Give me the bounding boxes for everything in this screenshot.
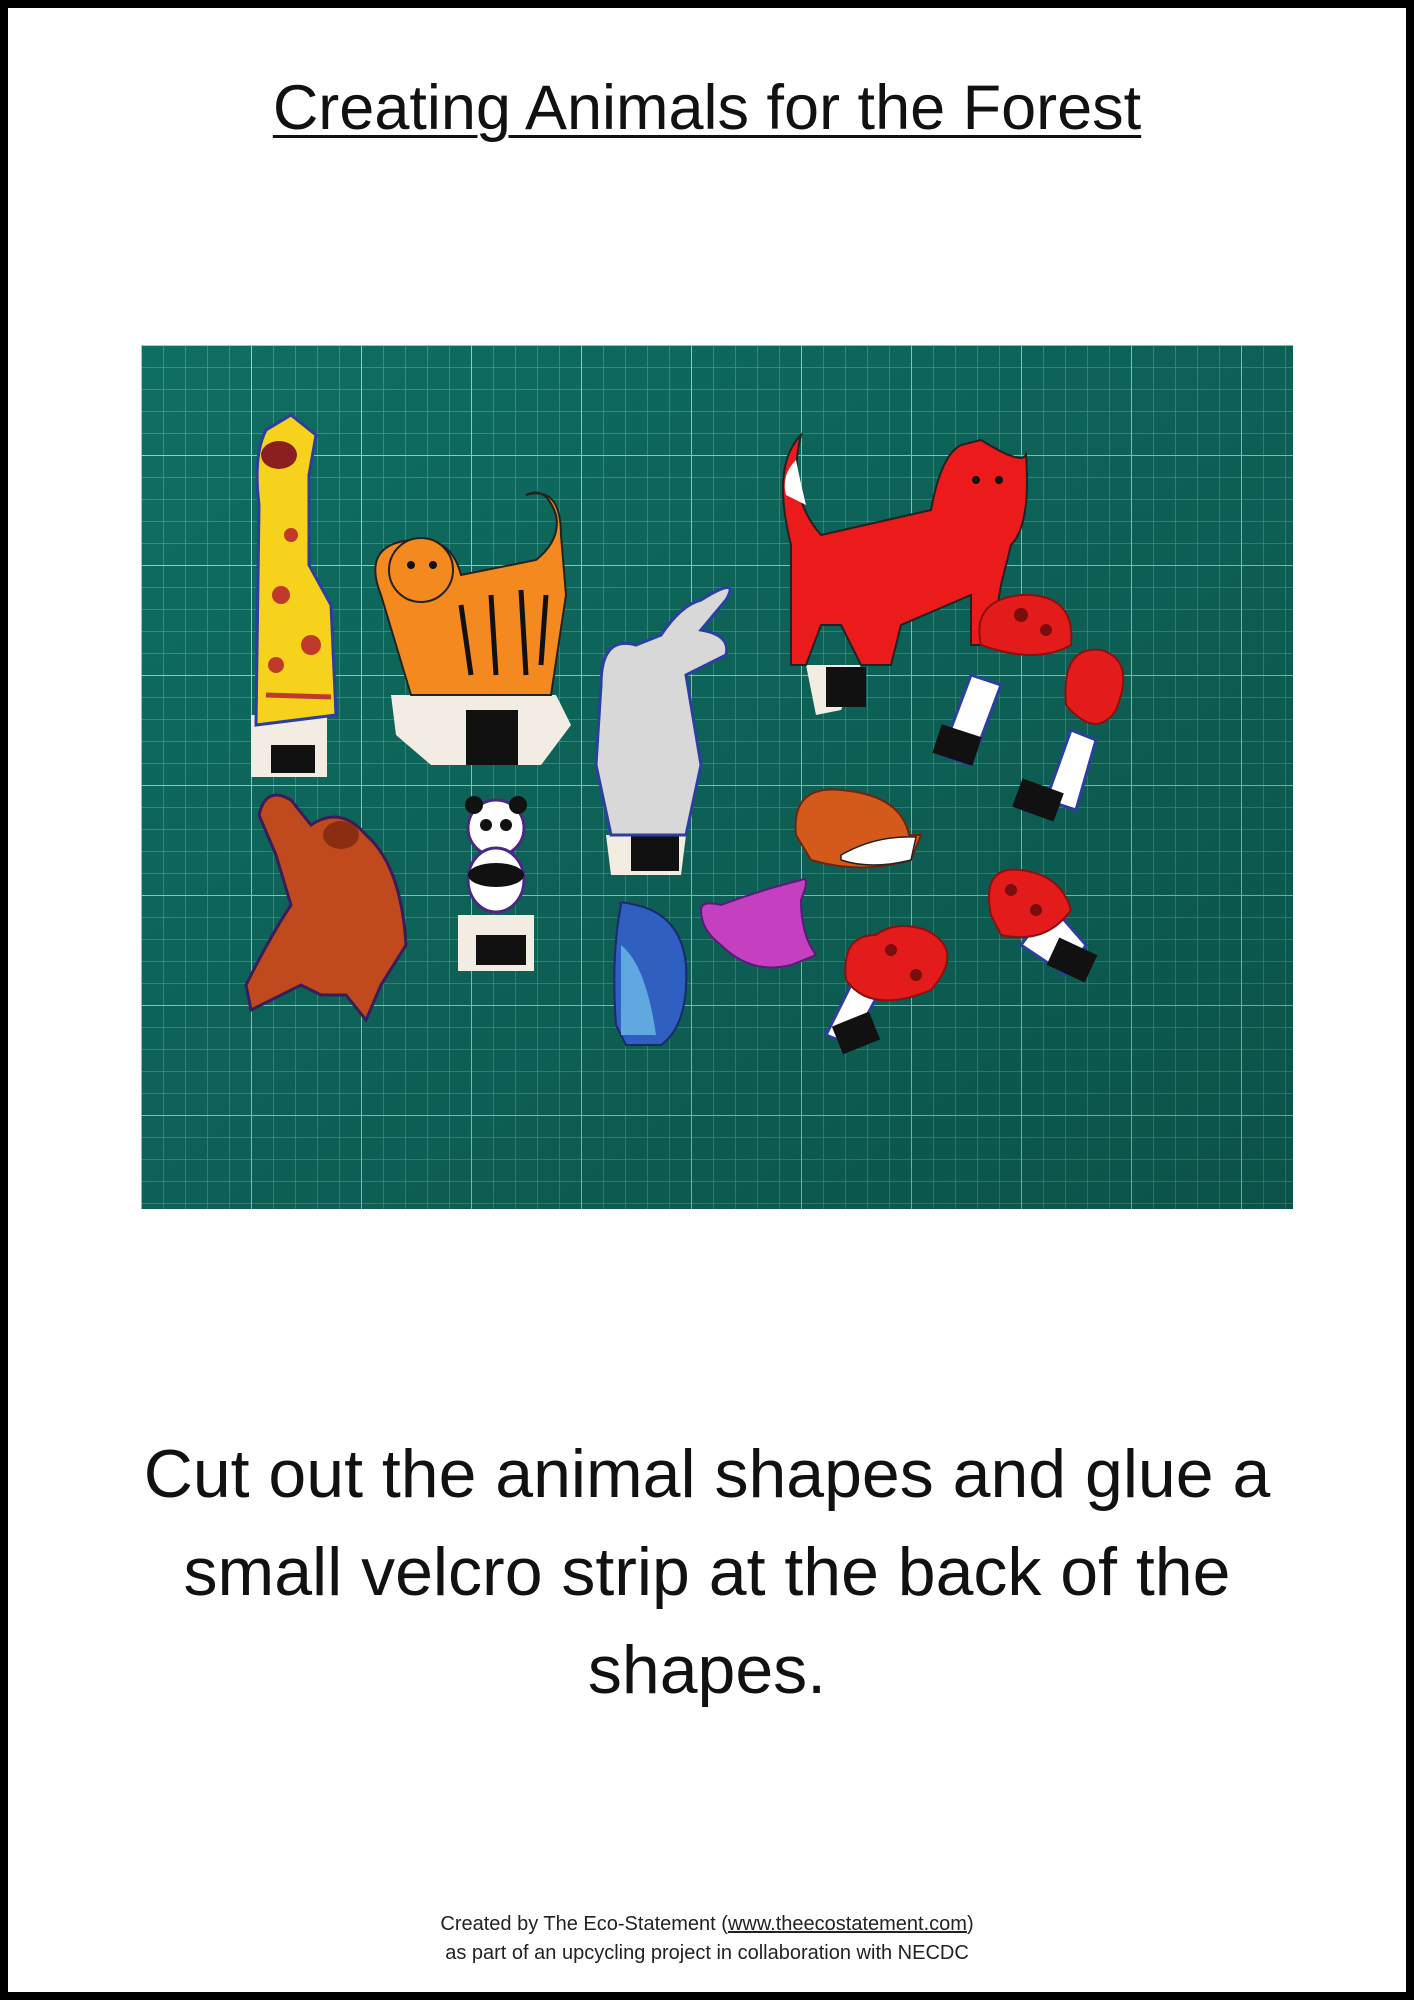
credits-suffix: ) (966, 1913, 974, 1935)
credits: Created by The Eco-Statement (www.theeco… (0, 1910, 1414, 1968)
instruction-text: Cut out the animal shapes and glue a sma… (143, 1436, 1271, 1708)
page-title: Creating Animals for the Forest (272, 73, 1142, 143)
credits-line-1: Created by The Eco-Statement (www.theeco… (0, 1910, 1414, 1939)
animal-cutouts-photo (141, 345, 1293, 1209)
panda-cutout (458, 796, 534, 971)
credits-line-2: as part of an upcycling project in colla… (445, 1942, 969, 1964)
website-link[interactable]: www.theecostatement.com (728, 1913, 967, 1935)
credits-prefix: Created by The Eco-Statement ( (440, 1913, 728, 1935)
